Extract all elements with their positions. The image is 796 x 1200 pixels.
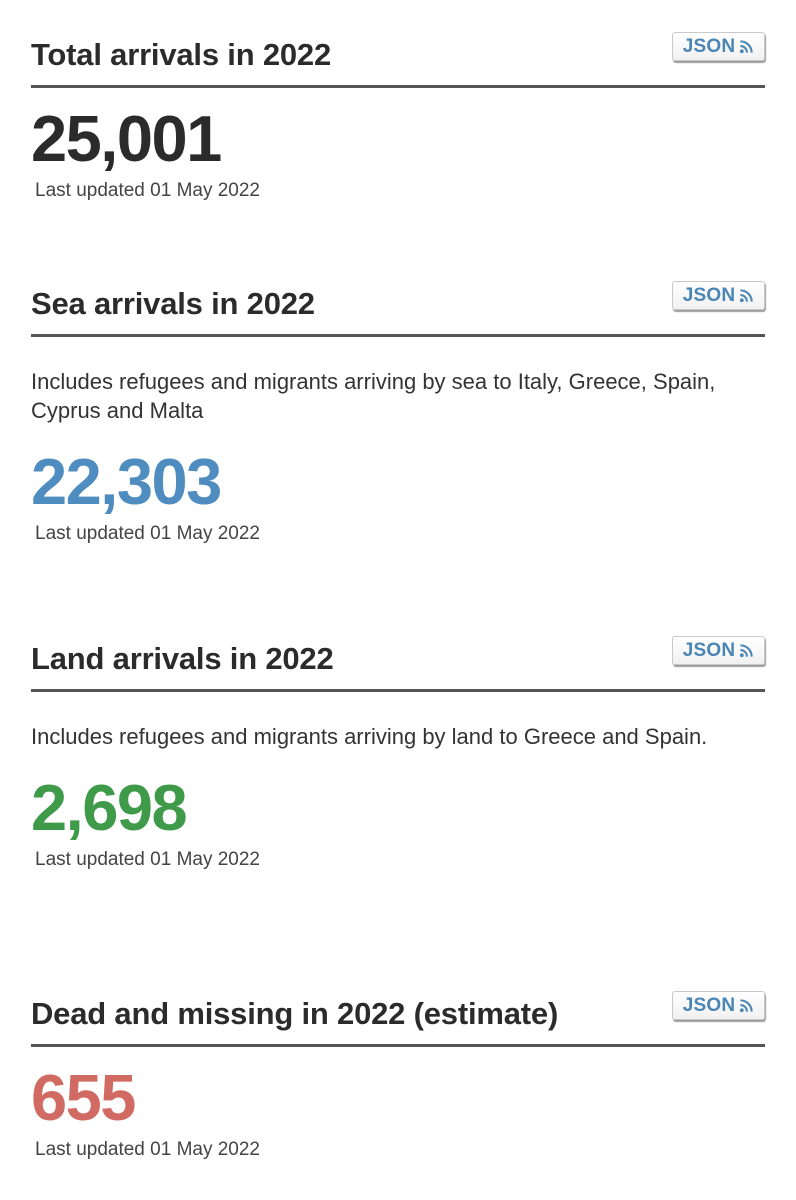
section-dead-missing: Dead and missing in 2022 (estimate) JSON… (31, 990, 765, 1162)
section-header: Dead and missing in 2022 (estimate) JSON (31, 990, 765, 1047)
section-header: Total arrivals in 2022 JSON (31, 31, 765, 88)
last-updated-text: Last updated 01 May 2022 (35, 849, 261, 870)
rss-icon (740, 289, 753, 303)
section-sea-arrivals: Sea arrivals in 2022 JSON Includes refug… (31, 280, 765, 546)
section-title: Dead and missing in 2022 (estimate) (31, 996, 559, 1031)
land-arrivals-value: 2,698 (31, 771, 188, 844)
section-description: Includes refugees and migrants arriving … (31, 724, 708, 749)
section-title: Sea arrivals in 2022 (31, 286, 315, 321)
json-button-label: JSON (682, 284, 736, 306)
total-arrivals-value: 25,001 (31, 102, 222, 175)
section-title: Land arrivals in 2022 (31, 641, 334, 676)
json-feed-button[interactable]: JSON (672, 636, 765, 665)
section-title: Total arrivals in 2022 (31, 37, 332, 72)
section-header: Land arrivals in 2022 JSON (31, 635, 765, 692)
rss-icon (740, 644, 753, 658)
json-feed-button[interactable]: JSON (672, 32, 765, 61)
json-button-label: JSON (682, 35, 736, 57)
json-button-label: JSON (682, 994, 736, 1016)
last-updated-text: Last updated 01 May 2022 (35, 180, 261, 201)
json-button-label: JSON (682, 639, 736, 661)
json-feed-button[interactable]: JSON (672, 281, 765, 310)
section-land-arrivals: Land arrivals in 2022 JSON Includes refu… (31, 635, 765, 872)
json-feed-button[interactable]: JSON (672, 991, 765, 1020)
last-updated-text: Last updated 01 May 2022 (35, 1139, 261, 1160)
last-updated-text: Last updated 01 May 2022 (35, 523, 261, 544)
rss-icon (740, 40, 753, 54)
section-description: Includes refugees and migrants arriving … (31, 369, 716, 423)
section-header: Sea arrivals in 2022 JSON (31, 280, 765, 337)
rss-icon (740, 999, 753, 1013)
dead-missing-value: 655 (31, 1061, 136, 1134)
section-total-arrivals: Total arrivals in 2022 JSON 25,001 Last … (31, 31, 765, 203)
sea-arrivals-value: 22,303 (31, 445, 222, 518)
